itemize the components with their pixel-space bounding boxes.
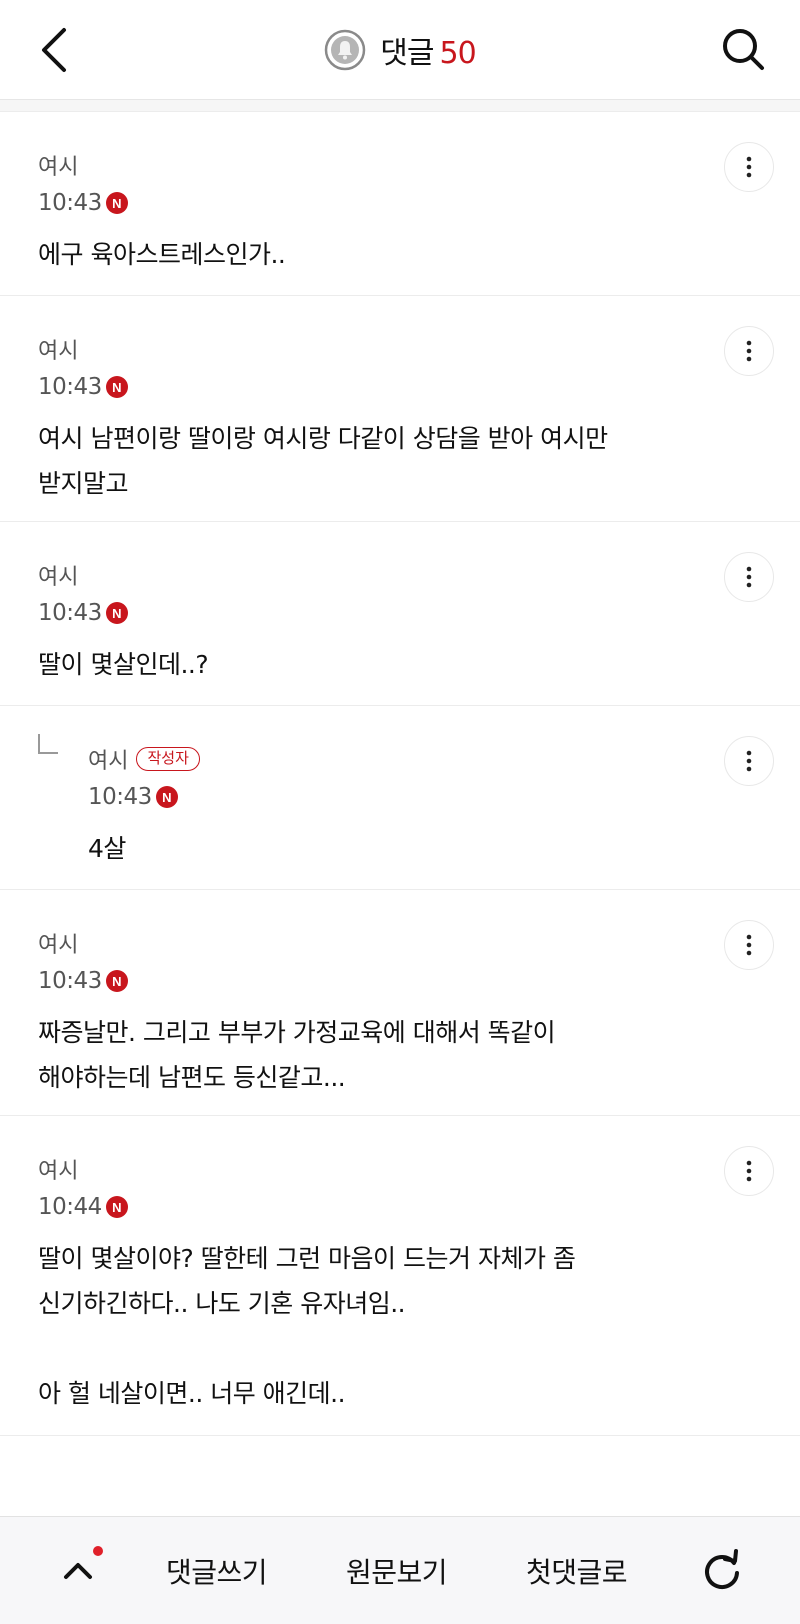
author-badge: 작성자 <box>136 747 200 771</box>
comment-author: 여시 <box>38 155 79 180</box>
more-vertical-icon <box>746 340 752 362</box>
comment-item: 여시 10:43 N 딸이 몇살인데..? <box>0 522 800 706</box>
comment-body: 여시 남편이랑 딸이랑 여시랑 다같이 상담을 받아 여시만 받지말고 <box>38 424 608 498</box>
comment-author: 여시 <box>38 933 79 958</box>
title-label: 댓글 <box>380 36 434 71</box>
comment-body: 짜증날만. 그리고 부부가 가정교육에 대해서 똑같이 해야하는데 남편도 등신… <box>38 1018 556 1092</box>
comment-time: 10:43 <box>38 600 102 626</box>
comment-author: 여시 <box>38 1159 79 1184</box>
more-options-button[interactable] <box>724 142 774 192</box>
more-options-button[interactable] <box>724 1146 774 1196</box>
comment-time: 10:43 <box>38 190 102 216</box>
divider <box>0 100 800 112</box>
refresh-icon <box>705 1549 739 1590</box>
comment-time: 10:44 <box>38 1194 102 1220</box>
comment-body: 딸이 몇살이야? 딸한테 그런 마음이 드는거 자체가 좀 신기하긴하다.. 나… <box>38 1244 576 1408</box>
more-options-button[interactable] <box>724 736 774 786</box>
new-badge: N <box>105 970 128 992</box>
more-vertical-icon <box>746 750 752 772</box>
reply-corner-icon <box>38 734 58 754</box>
comment-count: 50 <box>439 36 477 71</box>
comment-list: 여시 10:43 N 에구 육아스트레스인가.. 여시 10:43 N 여시 남… <box>0 112 800 1436</box>
refresh-button[interactable] <box>698 1547 746 1595</box>
comment-body: 딸이 몇살인데..? <box>38 650 209 679</box>
comment-item: 여시 10:43 N 에구 육아스트레스인가.. <box>0 112 800 296</box>
more-vertical-icon <box>746 566 752 588</box>
comment-author: 여시 <box>38 339 79 364</box>
bottom-toolbar: 댓글쓰기 원문보기 첫댓글로 <box>0 1516 800 1624</box>
new-badge: N <box>105 376 128 398</box>
notification-dot <box>93 1546 103 1556</box>
comment-item: 여시 10:43 N 짜증날만. 그리고 부부가 가정교육에 대해서 똑같이 해… <box>0 890 800 1116</box>
new-badge: N <box>155 786 178 808</box>
comment-time: 10:43 <box>38 374 102 400</box>
comment-body: 4살 <box>88 834 126 863</box>
comment-time: 10:43 <box>38 968 102 994</box>
more-options-button[interactable] <box>724 920 774 970</box>
search-button[interactable] <box>716 22 772 78</box>
bell-icon[interactable] <box>324 29 366 71</box>
comment-item: 여시 10:43 N 여시 남편이랑 딸이랑 여시랑 다같이 상담을 받아 여시… <box>0 296 800 522</box>
page-title: 댓글 50 <box>380 28 477 72</box>
new-badge: N <box>105 1196 128 1218</box>
comment-time: 10:43 <box>88 784 152 810</box>
more-vertical-icon <box>746 156 752 178</box>
view-original-button[interactable]: 원문보기 <box>346 1551 448 1591</box>
new-badge: N <box>105 602 128 624</box>
more-vertical-icon <box>746 934 752 956</box>
more-vertical-icon <box>746 1160 752 1182</box>
reply-item: 여시 작성자 10:43 N 4살 <box>0 706 800 890</box>
new-badge: N <box>105 192 128 214</box>
more-options-button[interactable] <box>724 326 774 376</box>
search-icon <box>723 29 764 70</box>
header-title-group: 댓글 50 <box>0 28 800 72</box>
first-comment-button[interactable]: 첫댓글로 <box>526 1551 628 1591</box>
comment-body: 에구 육아스트레스인가.. <box>38 240 286 269</box>
more-options-button[interactable] <box>724 552 774 602</box>
top-header: 댓글 50 <box>0 0 800 100</box>
write-comment-button[interactable]: 댓글쓰기 <box>166 1551 268 1591</box>
comment-item: 여시 10:44 N 딸이 몇살이야? 딸한테 그런 마음이 드는거 자체가 좀… <box>0 1116 800 1436</box>
comment-author: 여시 <box>88 749 129 774</box>
comment-author: 여시 <box>38 565 79 590</box>
